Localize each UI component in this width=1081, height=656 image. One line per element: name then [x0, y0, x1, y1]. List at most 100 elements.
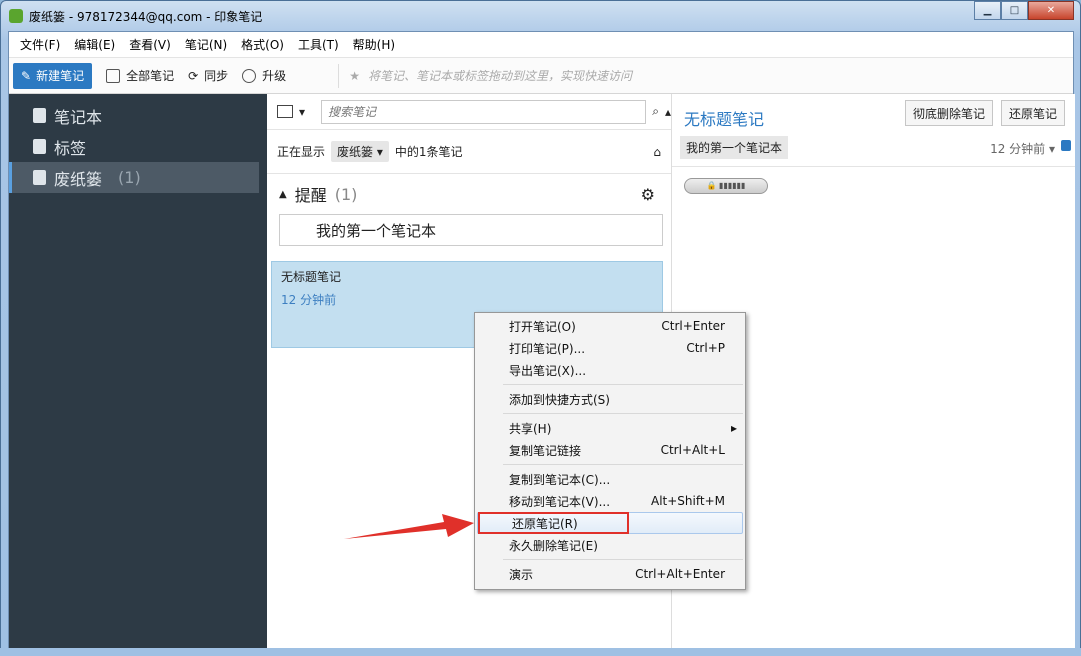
sidebar-item-tags[interactable]: 标签 — [9, 131, 267, 162]
trash-icon — [33, 170, 46, 185]
menu-separator — [503, 413, 743, 414]
sidebar-item-label: 笔记本 — [54, 107, 103, 127]
menu-file[interactable]: 文件(F) — [13, 36, 67, 53]
notebook-filter-dropdown[interactable]: 废纸篓 ▾ — [331, 141, 389, 162]
menu-item-shortcut: Ctrl+Alt+L — [660, 443, 725, 457]
chevron-down-icon[interactable]: ▾ — [299, 105, 305, 119]
menu-item-copy-to-notebook[interactable]: 复制到笔记本(C)... — [475, 468, 745, 490]
menu-item-label: 移动到笔记本(V)... — [509, 494, 611, 509]
restore-note-button[interactable]: 还原笔记 — [1001, 100, 1066, 126]
menu-bar: 文件(F) 编辑(E) 查看(V) 笔记(N) 格式(O) 工具(T) 帮助(H… — [9, 32, 1073, 58]
menu-item-export-note[interactable]: 导出笔记(X)... — [475, 359, 745, 381]
trash-count: (1) — [118, 168, 141, 187]
triangle-down-icon: ▲ — [279, 188, 287, 200]
menu-format[interactable]: 格式(O) — [234, 36, 291, 53]
window-bottom-border — [0, 648, 1081, 656]
menu-edit[interactable]: 编辑(E) — [67, 36, 122, 53]
notebook-icon — [33, 108, 46, 123]
context-menu: 打开笔记(O) Ctrl+Enter 打印笔记(P)... Ctrl+P 导出笔记(… — [474, 312, 746, 590]
menu-item-shortcut: Alt+Shift+M — [651, 494, 725, 508]
sidebar-item-label: 标签 — [54, 138, 87, 158]
menu-item-label: 复制笔记链接 — [509, 443, 582, 458]
reminder-header[interactable]: ▲ 提醒 (1) ⚙ — [267, 174, 671, 214]
reminder-item[interactable]: 我的第一个笔记本 — [279, 214, 663, 246]
note-card-time: 12 分钟前 — [281, 293, 337, 307]
menu-help[interactable]: 帮助(H) — [346, 36, 402, 53]
search-input[interactable] — [321, 99, 647, 124]
view-options-icon[interactable] — [277, 105, 293, 118]
all-notes-label: 全部笔记 — [126, 69, 175, 83]
highlight-box — [478, 512, 629, 534]
sync-icon: ⟳ — [188, 68, 199, 83]
note-title[interactable]: 无标题笔记 — [684, 106, 764, 130]
menu-item-move-to-notebook[interactable]: 移动到笔记本(V)... Alt+Shift+M — [475, 490, 745, 512]
search-row: ▾ ⌕ ▴ — [267, 94, 671, 130]
filter-bar: 正在显示 废纸篓 ▾ 中的1条笔记 ⌂ — [267, 130, 671, 174]
evernote-app-icon — [9, 9, 23, 23]
menu-view[interactable]: 查看(V) — [122, 36, 178, 53]
search-notebook-icon[interactable]: ⌂ — [653, 145, 661, 159]
menu-item-label: 添加到快捷方式(S) — [509, 392, 610, 407]
filter-label: 废纸篓 — [337, 145, 374, 159]
menu-item-add-shortcut[interactable]: 添加到快捷方式(S) — [475, 388, 745, 410]
upgrade-button[interactable]: 升级 — [242, 67, 286, 84]
menu-item-share[interactable]: 共享(H) ▸ — [475, 417, 745, 439]
star-icon: ★ — [349, 68, 360, 83]
menu-item-present[interactable]: 演示 Ctrl+Alt+Enter — [475, 563, 745, 585]
menu-item-label: 永久删除笔记(E) — [509, 538, 598, 553]
showing-suffix: 中的1条笔记 — [394, 145, 463, 159]
menu-separator — [503, 464, 743, 465]
sidebar-item-trash[interactable]: 废纸篓 (1) — [9, 162, 259, 193]
reminder-label: 提醒 — [294, 186, 327, 205]
window-title: 废纸篓 - 978172344@qq.com - 印象笔记 — [29, 10, 263, 24]
gear-icon[interactable]: ⚙ — [641, 185, 655, 204]
minimize-button[interactable]: ▁ — [974, 1, 1001, 20]
menu-item-label: 打印笔记(P)... — [509, 341, 586, 356]
annotation-arrow-icon — [344, 514, 474, 539]
window-controls: ▁ □ ✕ — [974, 1, 1074, 20]
submenu-arrow-icon: ▸ — [730, 421, 737, 435]
menu-item-shortcut: Ctrl+Alt+Enter — [635, 567, 725, 581]
upgrade-label: 升级 — [262, 69, 287, 83]
shortcuts-bar[interactable]: ★ 将笔记、笔记本或标签拖动到这里，实现快速访问 — [338, 63, 632, 88]
permanently-delete-button[interactable]: 彻底删除笔记 — [905, 100, 994, 126]
menu-note[interactable]: 笔记(N) — [178, 36, 234, 53]
shortcut-hint: 将笔记、笔记本或标签拖动到这里，实现快速访问 — [367, 69, 632, 83]
all-notes-button[interactable]: 全部笔记 — [106, 67, 174, 84]
menu-separator — [503, 559, 743, 560]
menu-item-label: 导出笔记(X)... — [509, 363, 587, 378]
showing-prefix: 正在显示 — [277, 145, 326, 159]
note-time: 12 分钟前 — [990, 142, 1046, 156]
sidebar-item-notebooks[interactable]: 笔记本 — [9, 100, 267, 131]
note-notebook-tag[interactable]: 我的第一个笔记本 — [680, 136, 789, 159]
search-icon[interactable]: ⌕ — [652, 104, 659, 119]
menu-item-copy-link[interactable]: 复制笔记链接 Ctrl+Alt+L — [475, 439, 745, 461]
menu-item-shortcut: Ctrl+P — [686, 341, 725, 355]
new-note-button[interactable]: ✎ 新建笔记 — [13, 62, 93, 89]
reminder-count: (1) — [334, 184, 358, 204]
menu-item-label: 演示 — [509, 567, 534, 582]
menu-tools[interactable]: 工具(T) — [291, 36, 346, 53]
menu-item-shortcut: Ctrl+Enter — [661, 319, 725, 333]
menu-item-print-note[interactable]: 打印笔记(P)... Ctrl+P — [475, 337, 745, 359]
all-notes-icon — [106, 68, 121, 83]
upgrade-icon — [242, 68, 257, 83]
new-note-icon: ✎ — [21, 68, 32, 83]
divider — [672, 166, 1075, 167]
sync-button[interactable]: ⟳ 同步 — [188, 67, 228, 84]
sidebar: 笔记本 标签 废纸篓 (1) — [9, 94, 267, 650]
close-button[interactable]: ✕ — [1028, 1, 1074, 20]
encrypted-content-badge[interactable]: 🔒 ▮▮▮▮▮▮ — [684, 178, 768, 194]
sync-label: 同步 — [204, 69, 229, 83]
toolbar: ✎ 新建笔记 全部笔记 ⟳ 同步 升级 ★ 将笔记、笔记本或标签拖动到这里，实现… — [9, 58, 1073, 94]
new-note-label: 新建笔记 — [36, 69, 85, 83]
menu-item-open-note[interactable]: 打开笔记(O) Ctrl+Enter — [475, 315, 745, 337]
menu-separator — [503, 384, 743, 385]
collapse-icon[interactable]: ▴ — [665, 105, 671, 119]
lock-icon[interactable] — [1061, 140, 1071, 151]
menu-item-delete-permanently[interactable]: 永久删除笔记(E) — [475, 534, 745, 556]
note-time-dropdown[interactable]: 12 分钟前 ▾ — [990, 140, 1055, 157]
note-card-title: 无标题笔记 — [281, 270, 342, 284]
maximize-button[interactable]: □ — [1001, 1, 1028, 20]
menu-item-label: 复制到笔记本(C)... — [509, 472, 611, 487]
